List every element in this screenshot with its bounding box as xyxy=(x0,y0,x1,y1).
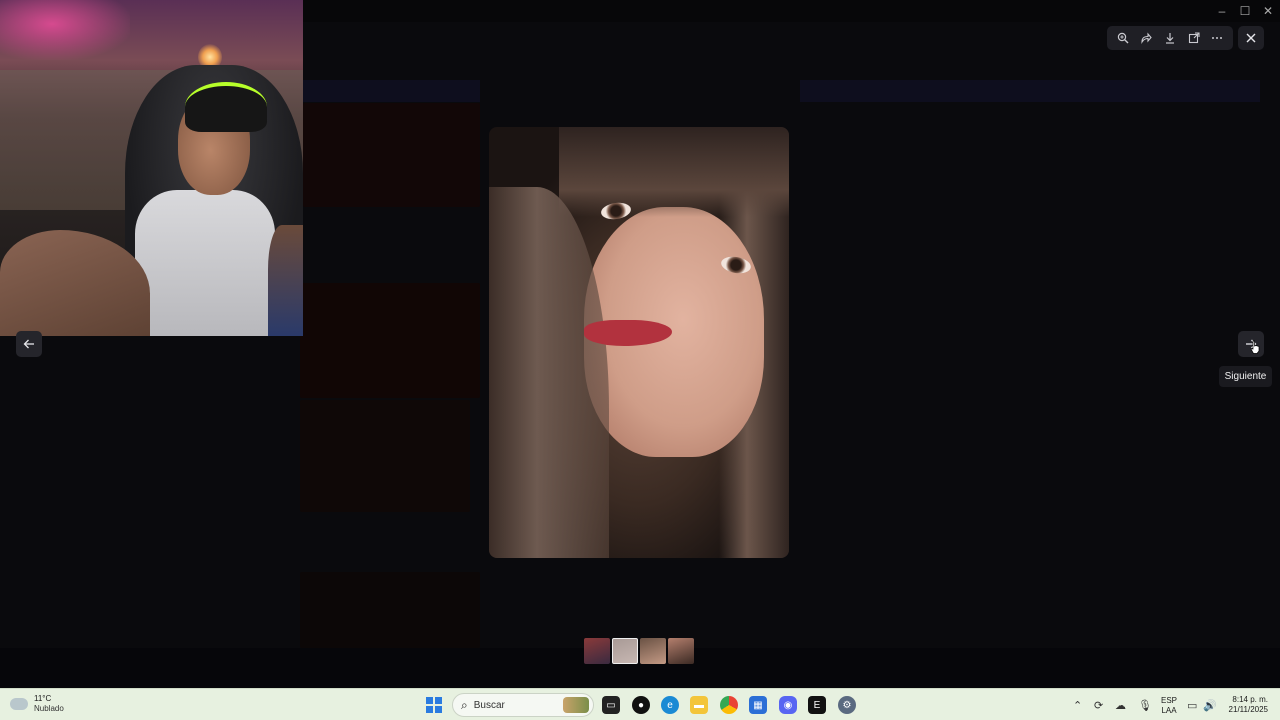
background-bar xyxy=(800,80,1260,102)
network-icon[interactable]: ▭ xyxy=(1187,699,1197,712)
previous-image-button[interactable] xyxy=(16,331,42,357)
background-photo xyxy=(300,283,480,398)
hand-cursor-icon xyxy=(1250,340,1260,354)
chevron-up-icon[interactable]: ⌃ xyxy=(1073,699,1082,712)
edge-icon[interactable]: e xyxy=(661,696,679,714)
background-photo xyxy=(300,400,470,512)
webcam-person-cap xyxy=(185,82,267,132)
weather-condition: Nublado xyxy=(34,704,64,713)
clock-time: 8:14 p. m. xyxy=(1232,695,1268,704)
keyboard-layout: LAA xyxy=(1161,706,1177,715)
minimize-icon[interactable]: – xyxy=(1214,3,1230,19)
photo-hair xyxy=(559,127,789,217)
photo-hair xyxy=(489,187,609,558)
background-photo xyxy=(303,103,480,207)
next-tooltip: Siguiente xyxy=(1219,366,1272,387)
arrow-left-icon xyxy=(23,339,34,349)
task-view-icon[interactable]: ▭ xyxy=(602,696,620,714)
webcam-light xyxy=(0,0,130,60)
weather-temp: 11°C xyxy=(34,694,52,703)
sync-icon[interactable]: ⟳ xyxy=(1094,699,1103,712)
zoom-in-icon[interactable] xyxy=(1113,28,1133,48)
close-viewer-button[interactable] xyxy=(1238,26,1264,50)
language-indicator[interactable]: ESP LAA xyxy=(1161,696,1177,720)
volume-icon[interactable]: 🔊 xyxy=(1203,699,1217,712)
clock[interactable]: 8:14 p. m. 21/11/2025 xyxy=(1224,695,1268,720)
viewer-toolbar xyxy=(1107,26,1233,50)
windows-logo-icon xyxy=(435,697,442,704)
store-icon[interactable]: ▦ xyxy=(749,696,767,714)
open-external-icon[interactable] xyxy=(1184,28,1204,48)
download-icon[interactable] xyxy=(1160,28,1180,48)
weather-widget[interactable]: 11°C Nublado xyxy=(10,694,64,714)
file-explorer-icon[interactable]: ▬ xyxy=(690,696,708,714)
settings-icon[interactable]: ⚙ xyxy=(838,696,856,714)
clock-date: 21/11/2025 xyxy=(1228,705,1268,714)
more-options-icon[interactable] xyxy=(1207,28,1227,48)
thumbnail-selected[interactable] xyxy=(640,638,666,664)
screen: – ☐ ✕ Siguiente 11°C Nublado ⌕ Buscar ▭ … xyxy=(0,0,1280,720)
close-icon xyxy=(1246,33,1256,43)
thumbnail[interactable] xyxy=(584,638,610,664)
thumbnail-strip xyxy=(584,638,694,664)
discord-icon[interactable]: ◉ xyxy=(779,696,797,714)
thumbnail[interactable] xyxy=(668,638,694,664)
thumbnail[interactable] xyxy=(612,638,638,664)
search-highlight-icon xyxy=(563,697,589,713)
windows-logo-icon xyxy=(435,706,442,713)
windows-logo-icon xyxy=(426,706,433,713)
displayed-photo[interactable] xyxy=(489,127,789,558)
windows-logo-icon xyxy=(426,697,433,704)
taskbar: 11°C Nublado ⌕ Buscar ▭ ● e ▬ ▦ ◉ E ⚙ ⌃ … xyxy=(0,688,1280,720)
app-icon[interactable]: ● xyxy=(632,696,650,714)
background-bar xyxy=(303,80,480,102)
webcam-overlay xyxy=(0,0,303,336)
search-icon: ⌕ xyxy=(461,697,468,712)
search-label: Buscar xyxy=(473,699,505,711)
webcam-person-arm xyxy=(268,225,303,336)
microphone-icon[interactable]: 🎙 xyxy=(1138,699,1152,712)
share-forward-icon[interactable] xyxy=(1136,28,1156,48)
taskbar-search[interactable]: ⌕ Buscar xyxy=(452,693,594,717)
webcam-person-torso xyxy=(135,190,275,336)
cloud-icon xyxy=(10,698,28,710)
chrome-icon[interactable] xyxy=(720,696,738,714)
start-button[interactable] xyxy=(426,697,442,713)
language-code: ESP xyxy=(1161,696,1178,705)
epic-games-icon[interactable]: E xyxy=(808,696,826,714)
onedrive-icon[interactable]: ☁ xyxy=(1115,699,1126,712)
maximize-icon[interactable]: ☐ xyxy=(1237,3,1253,19)
background-photo xyxy=(300,572,480,648)
window-close-icon[interactable]: ✕ xyxy=(1260,3,1276,19)
